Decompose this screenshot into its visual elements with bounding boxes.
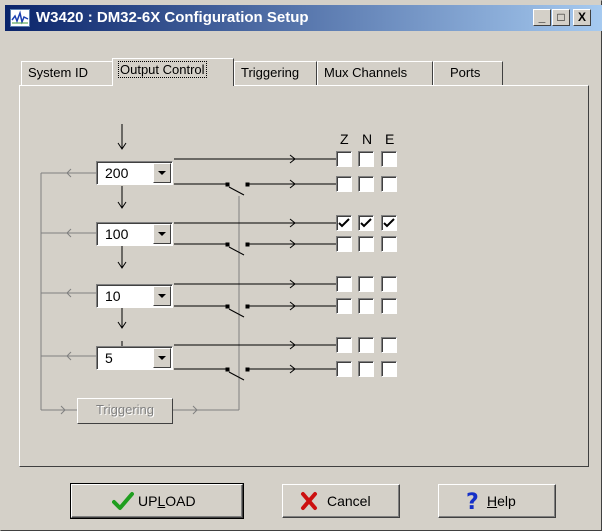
svg-text:?: ?	[466, 491, 479, 513]
rate-value: 200	[105, 165, 129, 181]
channel-checkbox-z[interactable]	[336, 176, 352, 192]
tab-label: Output Control	[118, 61, 207, 78]
channel-checkbox-e[interactable]	[381, 215, 397, 231]
rate-select-2[interactable]: 100	[96, 222, 173, 246]
channel-checkbox-n[interactable]	[358, 215, 374, 231]
dialog-window: W3420 : DM32-6X Configuration Setup _ □ …	[0, 0, 602, 531]
channel-checkbox-e[interactable]	[381, 176, 397, 192]
checkmark-icon	[360, 218, 372, 228]
channel-checkbox-n[interactable]	[358, 337, 374, 353]
column-header-e: E	[385, 131, 395, 147]
column-header-n: N	[362, 131, 373, 147]
channel-checkbox-n[interactable]	[358, 176, 374, 192]
rate-value: 5	[105, 350, 113, 366]
channel-checkbox-z[interactable]	[336, 236, 352, 252]
channel-checkbox-n[interactable]	[358, 236, 374, 252]
rate-select-3[interactable]: 10	[96, 284, 173, 308]
rate-select-4[interactable]: 5	[96, 346, 173, 370]
channel-checkbox-z[interactable]	[336, 298, 352, 314]
rate-value: 100	[105, 226, 129, 242]
question-mark-icon: ?	[465, 490, 481, 516]
channel-checkbox-e[interactable]	[381, 298, 397, 314]
channel-checkbox-n[interactable]	[358, 151, 374, 167]
upload-label: UPLOAD	[138, 493, 196, 509]
channel-checkbox-n[interactable]	[358, 298, 374, 314]
cancel-button[interactable]: Cancel	[282, 484, 400, 518]
upload-button[interactable]: UPLOAD	[70, 483, 244, 519]
chevron-down-icon[interactable]	[153, 348, 171, 368]
channel-checkbox-z[interactable]	[336, 337, 352, 353]
x-mark-icon	[299, 491, 319, 514]
channel-checkbox-n[interactable]	[358, 276, 374, 292]
tab-output-control[interactable]: Output Control	[112, 58, 234, 86]
channel-checkbox-e[interactable]	[381, 151, 397, 167]
channel-checkbox-e[interactable]	[381, 236, 397, 252]
signal-flow-diagram	[40, 124, 337, 415]
channel-checkbox-z[interactable]	[336, 361, 352, 377]
channel-checkbox-n[interactable]	[358, 361, 374, 377]
rate-select-1[interactable]: 200	[96, 161, 173, 185]
channel-checkbox-e[interactable]	[381, 276, 397, 292]
checkmark-icon	[338, 218, 350, 228]
channel-checkbox-e[interactable]	[381, 361, 397, 377]
chevron-down-icon[interactable]	[153, 286, 171, 306]
help-label: Help	[487, 493, 516, 509]
rate-value: 10	[105, 288, 121, 304]
channel-checkbox-z[interactable]	[336, 215, 352, 231]
help-button[interactable]: ? Help	[438, 484, 556, 518]
column-header-z: Z	[340, 131, 349, 147]
chevron-down-icon[interactable]	[153, 163, 171, 183]
channel-checkbox-z[interactable]	[336, 276, 352, 292]
chevron-down-icon[interactable]	[153, 224, 171, 244]
channel-checkbox-e[interactable]	[381, 337, 397, 353]
cancel-label: Cancel	[327, 493, 371, 509]
triggering-button[interactable]: Triggering	[77, 398, 173, 424]
checkmark-icon	[112, 491, 134, 514]
checkmark-icon	[383, 218, 395, 228]
channel-checkbox-z[interactable]	[336, 151, 352, 167]
